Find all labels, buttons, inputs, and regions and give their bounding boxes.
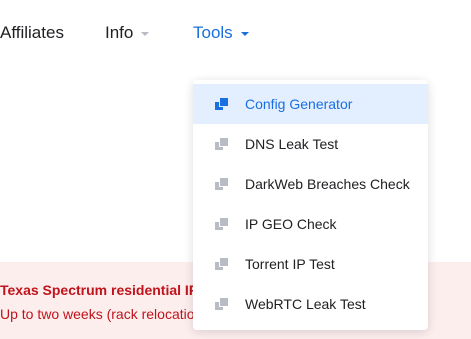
nav-affiliates-link[interactable]: Affiliates [0,22,64,44]
menu-item-torrent-ip-test[interactable]: Torrent IP Test [193,244,428,284]
menu-item-config-generator[interactable]: Config Generator [193,84,428,124]
chevron-down-icon [141,31,150,36]
copy-icon [215,217,229,231]
menu-item-label: Torrent IP Test [245,256,335,272]
menu-item-label: DNS Leak Test [245,136,339,152]
menu-item-label: WebRTC Leak Test [245,296,366,312]
alert-title: Texas Spectrum residential IP a [0,282,210,298]
copy-icon [215,137,229,151]
copy-icon [215,97,229,111]
menu-item-darkweb-breaches-check[interactable]: DarkWeb Breaches Check [193,164,428,204]
chevron-down-icon [240,31,249,36]
copy-icon [215,257,229,271]
alert-text: Up to two weeks (rack relocatio [0,306,195,322]
top-navigation-bar: Affiliates Info Tools [0,0,471,68]
menu-item-webrtc-leak-test[interactable]: WebRTC Leak Test [193,284,428,324]
menu-item-label: Config Generator [245,96,353,112]
menu-item-label: DarkWeb Breaches Check [245,176,410,192]
nav-info-menu[interactable]: Info [105,22,150,44]
nav-affiliates-label: Affiliates [0,23,64,42]
nav-tools-menu[interactable]: Tools [193,22,249,44]
tools-dropdown-menu: Config Generator DNS Leak Test DarkWeb B… [193,80,428,330]
copy-icon [215,177,229,191]
menu-item-dns-leak-test[interactable]: DNS Leak Test [193,124,428,164]
nav-tools-label: Tools [193,23,233,42]
copy-icon [215,297,229,311]
menu-item-ip-geo-check[interactable]: IP GEO Check [193,204,428,244]
menu-item-label: IP GEO Check [245,216,337,232]
nav-info-label: Info [105,23,134,42]
